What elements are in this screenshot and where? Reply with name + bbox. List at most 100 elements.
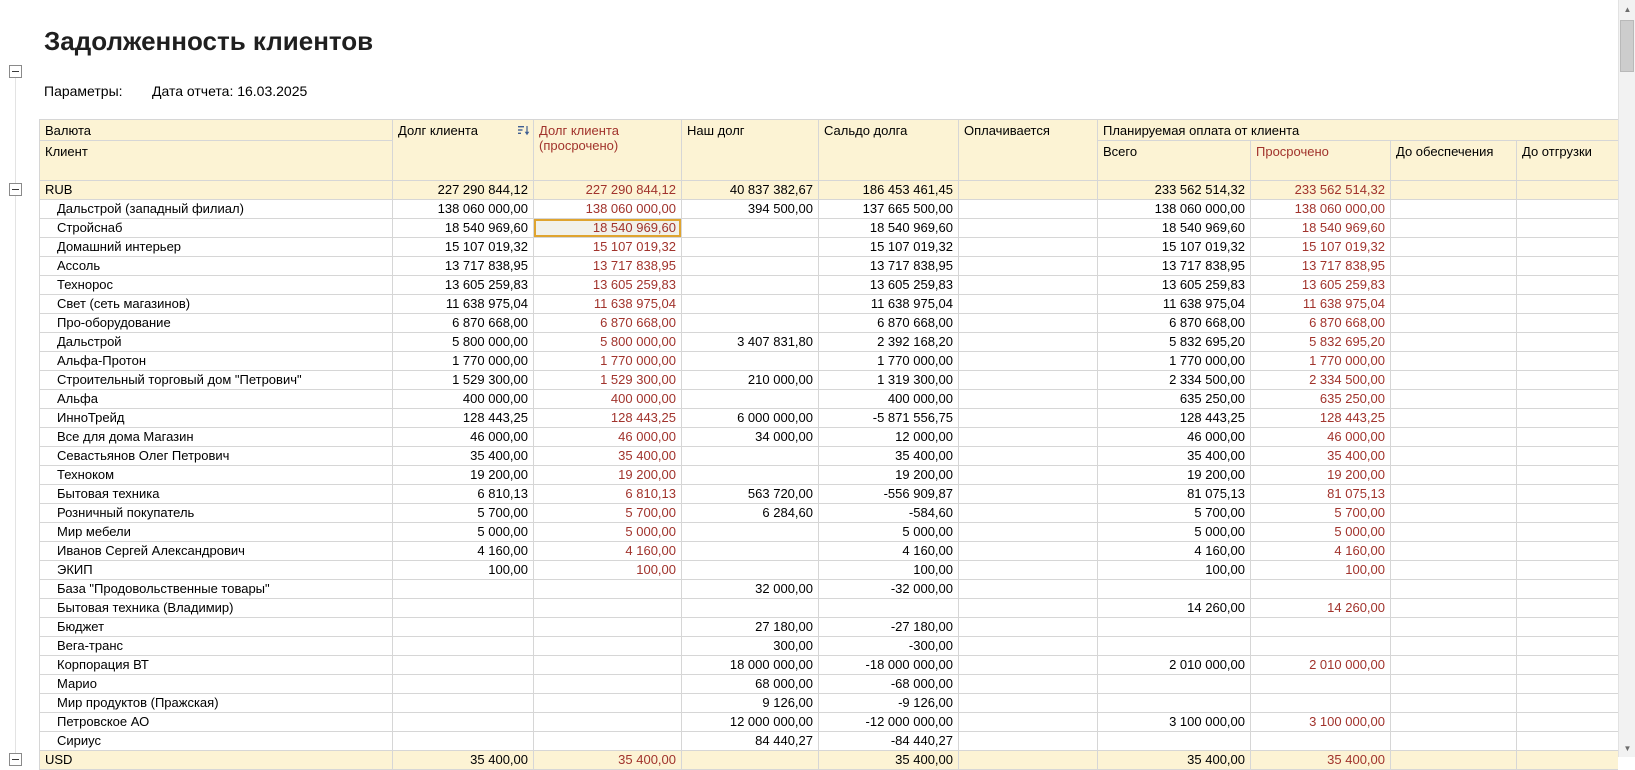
amount-cell[interactable] xyxy=(1390,408,1517,428)
amount-cell[interactable]: -9 126,00 xyxy=(818,693,959,713)
amount-cell[interactable]: 15 107 019,32 xyxy=(1097,237,1251,257)
amount-cell[interactable] xyxy=(681,218,819,238)
amount-cell[interactable] xyxy=(1516,237,1618,257)
amount-cell[interactable] xyxy=(681,446,819,466)
amount-cell[interactable]: 13 717 838,95 xyxy=(533,256,682,276)
amount-cell[interactable]: 15 107 019,32 xyxy=(392,237,534,257)
amount-cell[interactable] xyxy=(958,731,1098,751)
amount-cell[interactable] xyxy=(958,655,1098,675)
amount-cell[interactable]: 19 200,00 xyxy=(818,465,959,485)
amount-cell[interactable]: 35 400,00 xyxy=(392,446,534,466)
amount-cell[interactable] xyxy=(1390,199,1517,219)
client-name-cell[interactable]: Марио xyxy=(39,674,393,694)
amount-cell[interactable] xyxy=(1390,256,1517,276)
amount-cell[interactable]: 35 400,00 xyxy=(1097,446,1251,466)
amount-cell[interactable] xyxy=(1390,693,1517,713)
amount-cell[interactable]: 5 800 000,00 xyxy=(533,332,682,352)
client-name-cell[interactable]: База "Продовольственные товары" xyxy=(39,579,393,599)
amount-cell[interactable]: 35 400,00 xyxy=(1250,446,1391,466)
amount-cell[interactable] xyxy=(1390,294,1517,314)
amount-cell[interactable]: -84 440,27 xyxy=(818,731,959,751)
amount-cell[interactable]: -5 871 556,75 xyxy=(818,408,959,428)
amount-cell[interactable]: 2 010 000,00 xyxy=(1097,655,1251,675)
amount-cell[interactable] xyxy=(958,484,1098,504)
col-header-being-paid[interactable]: Оплачивается xyxy=(958,119,1098,181)
amount-cell[interactable] xyxy=(1250,579,1391,599)
amount-cell[interactable]: 27 180,00 xyxy=(681,617,819,637)
client-name-cell[interactable]: Домашний интерьер xyxy=(39,237,393,257)
amount-cell[interactable]: 5 000,00 xyxy=(818,522,959,542)
amount-cell[interactable] xyxy=(1097,731,1251,751)
amount-cell[interactable]: 15 107 019,32 xyxy=(533,237,682,257)
amount-cell[interactable]: 394 500,00 xyxy=(681,199,819,219)
amount-cell[interactable]: 6 870 668,00 xyxy=(533,313,682,333)
amount-cell[interactable] xyxy=(958,275,1098,295)
amount-cell[interactable]: -300,00 xyxy=(818,636,959,656)
col-header-client-debt[interactable]: Долг клиента xyxy=(392,119,534,181)
amount-cell[interactable]: 12 000 000,00 xyxy=(681,712,819,732)
amount-cell[interactable]: 18 540 969,60 xyxy=(392,218,534,238)
amount-cell[interactable] xyxy=(1097,579,1251,599)
amount-cell[interactable] xyxy=(1250,636,1391,656)
amount-cell[interactable] xyxy=(1516,503,1618,523)
amount-cell[interactable]: 233 562 514,32 xyxy=(1250,180,1391,200)
amount-cell[interactable] xyxy=(1390,427,1517,447)
amount-cell[interactable]: -32 000,00 xyxy=(818,579,959,599)
amount-cell[interactable]: 5 700,00 xyxy=(1097,503,1251,523)
client-name-cell[interactable]: Вега-транс xyxy=(39,636,393,656)
amount-cell[interactable] xyxy=(681,275,819,295)
amount-cell[interactable]: 1 319 300,00 xyxy=(818,370,959,390)
amount-cell[interactable]: 13 605 259,83 xyxy=(533,275,682,295)
amount-cell[interactable] xyxy=(1516,313,1618,333)
client-name-cell[interactable]: ЭКИП xyxy=(39,560,393,580)
collapse-rub-group-button[interactable] xyxy=(9,183,22,196)
amount-cell[interactable] xyxy=(1516,370,1618,390)
amount-cell[interactable]: 11 638 975,04 xyxy=(392,294,534,314)
amount-cell[interactable] xyxy=(681,389,819,409)
amount-cell[interactable] xyxy=(681,598,819,618)
col-header-total[interactable]: Всего xyxy=(1097,140,1251,181)
amount-cell[interactable] xyxy=(1250,617,1391,637)
amount-cell[interactable]: 5 000,00 xyxy=(392,522,534,542)
amount-cell[interactable]: 4 160,00 xyxy=(392,541,534,561)
amount-cell[interactable] xyxy=(1390,465,1517,485)
amount-cell[interactable] xyxy=(392,655,534,675)
amount-cell[interactable] xyxy=(1390,218,1517,238)
amount-cell[interactable]: 32 000,00 xyxy=(681,579,819,599)
amount-cell[interactable] xyxy=(392,731,534,751)
amount-cell[interactable] xyxy=(1516,389,1618,409)
amount-cell[interactable] xyxy=(1250,693,1391,713)
amount-cell[interactable] xyxy=(681,541,819,561)
amount-cell[interactable]: 138 060 000,00 xyxy=(533,199,682,219)
amount-cell[interactable] xyxy=(1390,389,1517,409)
amount-cell[interactable] xyxy=(958,389,1098,409)
amount-cell[interactable] xyxy=(1390,560,1517,580)
amount-cell[interactable] xyxy=(1516,199,1618,219)
col-header-client[interactable]: Клиент xyxy=(39,140,393,181)
amount-cell[interactable] xyxy=(958,427,1098,447)
amount-cell[interactable] xyxy=(1516,693,1618,713)
amount-cell[interactable]: 11 638 975,04 xyxy=(533,294,682,314)
amount-cell[interactable] xyxy=(392,674,534,694)
amount-cell[interactable]: 128 443,25 xyxy=(533,408,682,428)
col-header-our-debt[interactable]: Наш долг xyxy=(681,119,819,181)
amount-cell[interactable]: 40 837 382,67 xyxy=(681,180,819,200)
client-name-cell[interactable]: Технорос xyxy=(39,275,393,295)
amount-cell[interactable] xyxy=(1390,313,1517,333)
client-name-cell[interactable]: Про-оборудование xyxy=(39,313,393,333)
amount-cell[interactable]: 9 126,00 xyxy=(681,693,819,713)
amount-cell[interactable] xyxy=(1516,655,1618,675)
col-header-before-shipment[interactable]: До отгрузки xyxy=(1516,140,1618,181)
currency-name-cell[interactable]: USD xyxy=(39,750,393,770)
amount-cell[interactable] xyxy=(1390,351,1517,371)
amount-cell[interactable]: 138 060 000,00 xyxy=(1250,199,1391,219)
amount-cell[interactable]: 84 440,27 xyxy=(681,731,819,751)
amount-cell[interactable] xyxy=(958,313,1098,333)
amount-cell[interactable] xyxy=(958,218,1098,238)
amount-cell[interactable] xyxy=(958,237,1098,257)
amount-cell[interactable]: 635 250,00 xyxy=(1250,389,1391,409)
amount-cell[interactable] xyxy=(533,674,682,694)
amount-cell[interactable] xyxy=(1516,218,1618,238)
amount-cell[interactable]: 300,00 xyxy=(681,636,819,656)
amount-cell[interactable]: 5 832 695,20 xyxy=(1250,332,1391,352)
